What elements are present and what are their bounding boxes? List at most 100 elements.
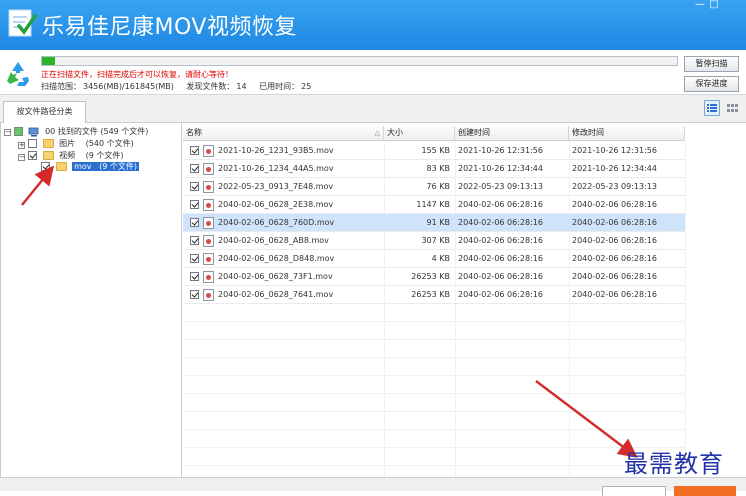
file-created: 2040-02-06 06:28:16: [458, 254, 543, 263]
tree-item-mov[interactable]: mov (9 个文件): [41, 161, 140, 173]
table-row[interactable]: 2021-10-26_1234_44A5.mov 83 KB 2021-10-26 …: [183, 160, 685, 178]
grid-view-button[interactable]: [724, 100, 740, 116]
app-logo-icon: [8, 9, 37, 37]
file-name: 2022-05-23_0913_7E48.mov: [218, 182, 334, 191]
file-name: 2040-02-06_0628_760D.mov: [218, 218, 335, 227]
file-created: 2040-02-06 06:28:16: [458, 272, 543, 281]
file-modified: 2022-05-23 09:13:13: [572, 182, 657, 191]
table-row[interactable]: 2040-02-06_0628_7641.mov 26253 KB 2040-02-…: [183, 286, 685, 304]
tree-child-label: mov: [74, 162, 92, 171]
tree-item-images[interactable]: 图片 (540 个文件): [28, 138, 134, 150]
file-size: 307 KB: [421, 236, 450, 245]
scan-range-label: 扫描范围：: [41, 82, 81, 91]
video-file-icon: [203, 199, 214, 211]
tree-checkbox[interactable]: [41, 162, 50, 171]
bottom-button-left[interactable]: [602, 486, 666, 496]
empty-row-line: [183, 411, 685, 412]
empty-row-line: [183, 465, 685, 466]
row-checkbox[interactable]: [190, 200, 199, 209]
tree-checkbox[interactable]: [28, 139, 37, 148]
tree-expand-toggle[interactable]: +: [18, 142, 25, 149]
file-name: 2040-02-06_0628_2E38.mov: [218, 200, 334, 209]
maximize-button[interactable]: □: [706, 0, 722, 10]
found-files-label: 发现文件数：: [186, 82, 235, 91]
scan-warning-text: 正在扫描文件，扫描完成后才可以恢复，请耐心等待！: [41, 70, 233, 79]
table-row[interactable]: 2040-02-06_0628_73F1.mov 26253 KB 2040-02-…: [183, 268, 685, 286]
pause-scan-button[interactable]: 暂停扫描: [684, 56, 739, 72]
file-name: 2021-10-26_1231_93B5.mov: [218, 146, 334, 155]
table-row[interactable]: 2040-02-06_0628_2E38.mov 1147 KB 2040-02-0…: [183, 196, 685, 214]
column-name-label: 名称: [186, 128, 202, 137]
file-modified: 2040-02-06 06:28:16: [572, 218, 657, 227]
tree-item-root[interactable]: 00 找到的文件 (549 个文件): [14, 126, 148, 138]
file-size: 1147 KB: [416, 200, 450, 209]
save-progress-button[interactable]: 保存进度: [684, 76, 739, 92]
tab-by-path[interactable]: 按文件路径分类: [3, 101, 86, 123]
empty-row-line: [183, 321, 685, 322]
tree-collapse-toggle[interactable]: −: [4, 129, 11, 136]
folder-icon: [42, 151, 54, 160]
bottom-bar: [0, 477, 746, 496]
file-list-panel: 名称 △ 大小 创建时间 修改时间 2021-10-26_1231_93B5.m…: [183, 123, 746, 477]
file-size: 4 KB: [431, 254, 450, 263]
empty-row-line: [183, 393, 685, 394]
list-view-icon: [707, 104, 717, 112]
table-row[interactable]: 2040-02-06_0628_760D.mov 91 KB 2040-02-06 …: [183, 214, 685, 232]
file-created: 2040-02-06 06:28:16: [458, 200, 543, 209]
row-checkbox[interactable]: [190, 236, 199, 245]
table-row[interactable]: 2021-10-26_1231_93B5.mov 155 KB 2021-10-26…: [183, 142, 685, 160]
tree-checkbox[interactable]: [28, 151, 37, 160]
file-modified: 2040-02-06 06:28:16: [572, 236, 657, 245]
bottom-button-right[interactable]: [674, 486, 736, 496]
table-row[interactable]: 2040-02-06_0628_D848.mov 4 KB 2040-02-06 0…: [183, 250, 685, 268]
row-checkbox[interactable]: [190, 164, 199, 173]
file-modified: 2040-02-06 06:28:16: [572, 254, 657, 263]
row-checkbox[interactable]: [190, 182, 199, 191]
file-created: 2040-02-06 06:28:16: [458, 290, 543, 299]
row-checkbox[interactable]: [190, 218, 199, 227]
tree-child-count: (9 个文件): [99, 162, 138, 171]
file-name: 2040-02-06_0628_7641.mov: [218, 290, 334, 299]
column-header-modified[interactable]: 修改时间: [569, 126, 685, 141]
list-view-button[interactable]: [704, 100, 720, 116]
tree-item-count: (9 个文件): [85, 151, 124, 160]
file-size: 83 KB: [426, 164, 450, 173]
tree-checkbox[interactable]: [14, 127, 23, 136]
file-modified: 2040-02-06 06:28:16: [572, 200, 657, 209]
elapsed-time-value: 25: [301, 82, 312, 91]
tree-collapse-toggle[interactable]: −: [18, 154, 25, 161]
file-created: 2040-02-06 06:28:16: [458, 236, 543, 245]
file-modified: 2021-10-26 12:34:44: [572, 164, 657, 173]
folder-tree: − 00 找到的文件 (549 个文件) + 图片 (540 个文件) − 视频…: [0, 123, 182, 477]
file-name: 2040-02-06_0628_73F1.mov: [218, 272, 333, 281]
tree-root-label: 00 找到的文件 (549 个文件): [45, 127, 149, 136]
elapsed-time-label: 已用时间：: [259, 82, 300, 91]
video-file-icon: [203, 253, 214, 265]
row-checkbox[interactable]: [190, 254, 199, 263]
video-file-icon: [203, 271, 214, 283]
column-header-created[interactable]: 创建时间: [455, 126, 569, 141]
video-file-icon: [203, 217, 214, 229]
computer-icon: [28, 127, 38, 136]
video-file-icon: [203, 181, 214, 193]
column-header-size[interactable]: 大小: [384, 126, 455, 141]
file-name: 2040-02-06_0628_AB8.mov: [218, 236, 329, 245]
file-size: 91 KB: [426, 218, 450, 227]
empty-row-line: [183, 339, 685, 340]
app-title: 乐易佳尼康MOV视频恢复: [42, 15, 297, 40]
row-checkbox[interactable]: [190, 290, 199, 299]
column-divider: [685, 142, 686, 477]
folder-icon: [55, 162, 67, 171]
file-created: 2021-10-26 12:31:56: [458, 146, 543, 155]
row-checkbox[interactable]: [190, 272, 199, 281]
column-header-name[interactable]: 名称 △: [183, 126, 384, 141]
table-row[interactable]: 2022-05-23_0913_7E48.mov 76 KB 2022-05-23 …: [183, 178, 685, 196]
scan-progress-bar: [41, 56, 678, 66]
file-created: 2040-02-06 06:28:16: [458, 218, 543, 227]
file-table-header: 名称 △ 大小 创建时间 修改时间: [183, 126, 685, 141]
row-checkbox[interactable]: [190, 146, 199, 155]
file-name: 2040-02-06_0628_D848.mov: [218, 254, 335, 263]
file-created: 2021-10-26 12:34:44: [458, 164, 543, 173]
file-modified: 2040-02-06 06:28:16: [572, 272, 657, 281]
table-row[interactable]: 2040-02-06_0628_AB8.mov 307 KB 2040-02-06 …: [183, 232, 685, 250]
